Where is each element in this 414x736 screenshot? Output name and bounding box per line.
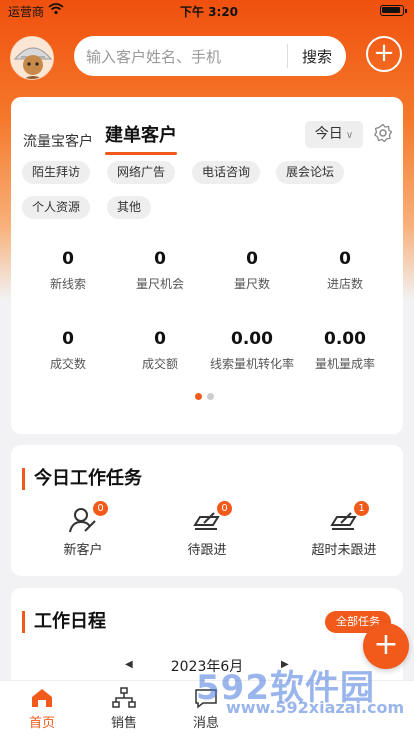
tab-label: 销售 — [110, 716, 137, 731]
active-tab-underline — [105, 152, 177, 155]
tab-traffic-customers[interactable]: 流量宝客户 — [23, 131, 93, 151]
stat-measure-opportunities[interactable]: 0 量尺机会 — [111, 249, 209, 292]
stat-deals[interactable]: 0 成交数 — [19, 329, 117, 372]
task-label: 待跟进 — [187, 543, 227, 558]
page-indicator[interactable] — [195, 393, 214, 400]
search-bar[interactable]: 输入客户姓名、手机 搜索 — [74, 36, 346, 76]
customer-stats-card: 流量宝客户 建单客户 今日 ∨ 陌生拜访 网络广告 电话咨询 展会论坛 个人资源… — [11, 97, 403, 434]
search-input[interactable]: 输入客户姓名、手机 — [74, 46, 287, 67]
battery-icon — [380, 5, 407, 16]
badge-count: 0 — [217, 501, 232, 516]
chevron-down-icon: ∨ — [342, 130, 354, 141]
stat-lead-conversion[interactable]: 0.00 线索量机转化率 — [203, 329, 301, 372]
gear-icon[interactable] — [373, 123, 393, 143]
tab-label: 消息 — [192, 716, 219, 731]
clock: 下午 3:20 — [180, 5, 239, 19]
stat-label: 新线索 — [49, 277, 86, 291]
stat-label: 线索量机转化率 — [209, 357, 294, 371]
task-overdue[interactable]: 1 超时未跟进 — [289, 501, 399, 558]
stat-value: 0 — [339, 249, 351, 269]
stat-label: 量机量成率 — [314, 357, 375, 371]
chip[interactable]: 网络广告 — [107, 161, 176, 184]
chip[interactable]: 电话咨询 — [192, 161, 261, 184]
stat-value: 0 — [154, 249, 166, 269]
stat-measure-deal-rate[interactable]: 0.00 量机量成率 — [296, 329, 394, 372]
page-dot — [207, 393, 214, 400]
page-dot-active — [195, 393, 202, 400]
stat-label: 成交数 — [49, 357, 86, 371]
stat-value: 0 — [246, 249, 258, 269]
watermark-url: www.592xiazai.com — [226, 698, 405, 717]
chip[interactable]: 陌生拜访 — [22, 161, 91, 184]
tab-order-customers[interactable]: 建单客户 — [105, 121, 177, 155]
badge-count: 1 — [354, 501, 369, 516]
task-new-customers[interactable]: 0 新客户 — [28, 501, 138, 558]
stat-label: 成交额 — [141, 357, 178, 371]
stat-value: 0.00 — [324, 329, 366, 349]
chip[interactable]: 其他 — [107, 196, 152, 219]
task-label: 新客户 — [63, 543, 103, 558]
chip[interactable]: 展会论坛 — [276, 161, 345, 184]
stat-new-leads[interactable]: 0 新线索 — [19, 249, 117, 292]
task-pending-followup[interactable]: 0 待跟进 — [152, 501, 262, 558]
stat-value: 0 — [62, 249, 74, 269]
prev-month-icon[interactable]: ◀ — [125, 659, 133, 670]
stat-value: 0 — [154, 329, 166, 349]
task-label: 超时未跟进 — [311, 543, 377, 558]
avatar[interactable] — [10, 36, 54, 80]
carrier-label: 运营商 — [8, 5, 45, 19]
period-value: 今日 — [314, 126, 343, 142]
tab-label: 首页 — [28, 716, 55, 731]
today-tasks-card: 今日工作任务 0 新客户 0 待跟进 1 超时未跟进 — [11, 445, 403, 576]
tab-order-customers-label: 建单客户 — [105, 125, 177, 146]
wifi-icon — [48, 3, 64, 18]
stat-value: 0 — [62, 329, 74, 349]
stat-store-visits[interactable]: 0 进店数 — [296, 249, 394, 292]
section-title: 今日工作任务 — [22, 468, 142, 490]
stat-measures[interactable]: 0 量尺数 — [203, 249, 301, 292]
plus-icon: + — [373, 38, 395, 68]
stat-label: 量尺数 — [233, 277, 270, 291]
tab-sales[interactable]: 销售 — [94, 687, 154, 731]
stat-deal-amount[interactable]: 0 成交额 — [111, 329, 209, 372]
section-title: 工作日程 — [22, 611, 106, 633]
chip[interactable]: 个人资源 — [22, 196, 91, 219]
search-button[interactable]: 搜索 — [288, 46, 346, 67]
add-customer-button[interactable]: + — [366, 36, 402, 72]
badge-count: 0 — [93, 501, 108, 516]
stat-value: 0.00 — [231, 329, 273, 349]
period-dropdown[interactable]: 今日 ∨ — [305, 121, 363, 148]
home-icon — [32, 689, 52, 707]
status-bar: 运营商 下午 3:20 — [0, 0, 414, 22]
stat-label: 进店数 — [326, 277, 363, 291]
stat-label: 量尺机会 — [135, 277, 184, 291]
org-chart-icon — [112, 687, 136, 708]
tab-home[interactable]: 首页 — [12, 687, 72, 731]
